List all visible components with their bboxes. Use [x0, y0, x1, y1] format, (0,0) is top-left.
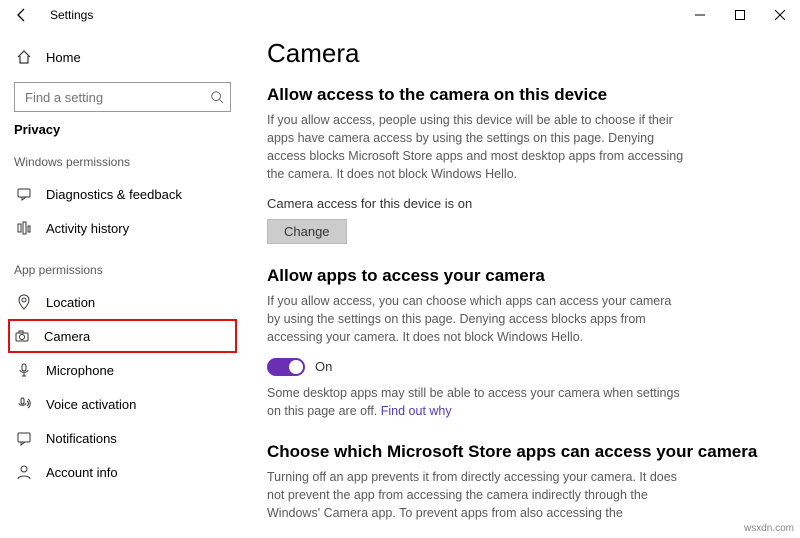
notifications-icon	[16, 430, 38, 446]
account-icon	[16, 464, 38, 480]
section-app-access: Allow apps to access your camera If you …	[267, 266, 780, 421]
sidebar-item-label: Activity history	[46, 221, 129, 236]
sidebar-item-voice[interactable]: Voice activation	[14, 387, 231, 421]
maximize-icon	[735, 10, 745, 20]
sidebar-item-activity[interactable]: Activity history	[14, 211, 231, 245]
group-windows-permissions: Windows permissions	[14, 155, 231, 169]
arrow-left-icon	[14, 7, 30, 23]
section-heading: Allow access to the camera on this devic…	[267, 85, 780, 105]
device-access-status: Camera access for this device is on	[267, 196, 780, 211]
voice-icon	[16, 396, 38, 412]
sidebar-item-location[interactable]: Location	[14, 285, 231, 319]
sidebar-item-label: Diagnostics & feedback	[46, 187, 182, 202]
section-description: Turning off an app prevents it from dire…	[267, 468, 687, 522]
change-button[interactable]: Change	[267, 219, 347, 244]
titlebar: Settings	[0, 0, 800, 30]
activity-icon	[16, 220, 38, 236]
section-header-privacy: Privacy	[14, 122, 231, 137]
toggle-label: On	[315, 359, 332, 374]
minimize-button[interactable]	[680, 0, 720, 30]
sidebar-item-label: Microphone	[46, 363, 114, 378]
window-title: Settings	[50, 8, 93, 22]
back-button[interactable]	[14, 7, 38, 23]
group-app-permissions: App permissions	[14, 263, 231, 277]
search-box[interactable]	[14, 82, 231, 112]
sidebar-item-microphone[interactable]: Microphone	[14, 353, 231, 387]
home-icon	[16, 49, 38, 65]
maximize-button[interactable]	[720, 0, 760, 30]
close-icon	[775, 10, 785, 20]
nav-home-label: Home	[46, 50, 81, 65]
sidebar-item-account[interactable]: Account info	[14, 455, 231, 489]
minimize-icon	[695, 10, 705, 20]
section-description: If you allow access, people using this d…	[267, 111, 687, 184]
camera-icon	[14, 328, 36, 344]
sidebar-item-label: Notifications	[46, 431, 117, 446]
section-device-access: Allow access to the camera on this devic…	[267, 85, 780, 244]
window-controls	[680, 0, 800, 30]
page-title: Camera	[267, 38, 780, 69]
sidebar-item-diagnostics[interactable]: Diagnostics & feedback	[14, 177, 231, 211]
nav-home[interactable]: Home	[14, 40, 231, 74]
sidebar-item-camera[interactable]: Camera	[8, 319, 237, 353]
sidebar-item-label: Account info	[46, 465, 118, 480]
search-input[interactable]	[23, 89, 210, 106]
close-button[interactable]	[760, 0, 800, 30]
sidebar: Home Privacy Windows permissions Diagnos…	[0, 30, 245, 538]
sidebar-item-label: Voice activation	[46, 397, 136, 412]
section-description: If you allow access, you can choose whic…	[267, 292, 687, 346]
section-heading: Choose which Microsoft Store apps can ac…	[267, 442, 780, 462]
microphone-icon	[16, 362, 38, 378]
section-heading: Allow apps to access your camera	[267, 266, 780, 286]
sidebar-item-notifications[interactable]: Notifications	[14, 421, 231, 455]
content-pane: Camera Allow access to the camera on thi…	[245, 30, 800, 538]
find-out-why-link[interactable]: Find out why	[381, 404, 452, 418]
watermark: wsxdn.com	[744, 523, 794, 534]
location-icon	[16, 294, 38, 310]
toggle-camera-apps[interactable]	[267, 358, 305, 376]
search-icon	[210, 90, 224, 104]
section-store-apps: Choose which Microsoft Store apps can ac…	[267, 442, 780, 522]
sidebar-item-label: Camera	[44, 329, 90, 344]
feedback-icon	[16, 186, 38, 202]
desktop-apps-note: Some desktop apps may still be able to a…	[267, 384, 687, 420]
sidebar-item-label: Location	[46, 295, 95, 310]
